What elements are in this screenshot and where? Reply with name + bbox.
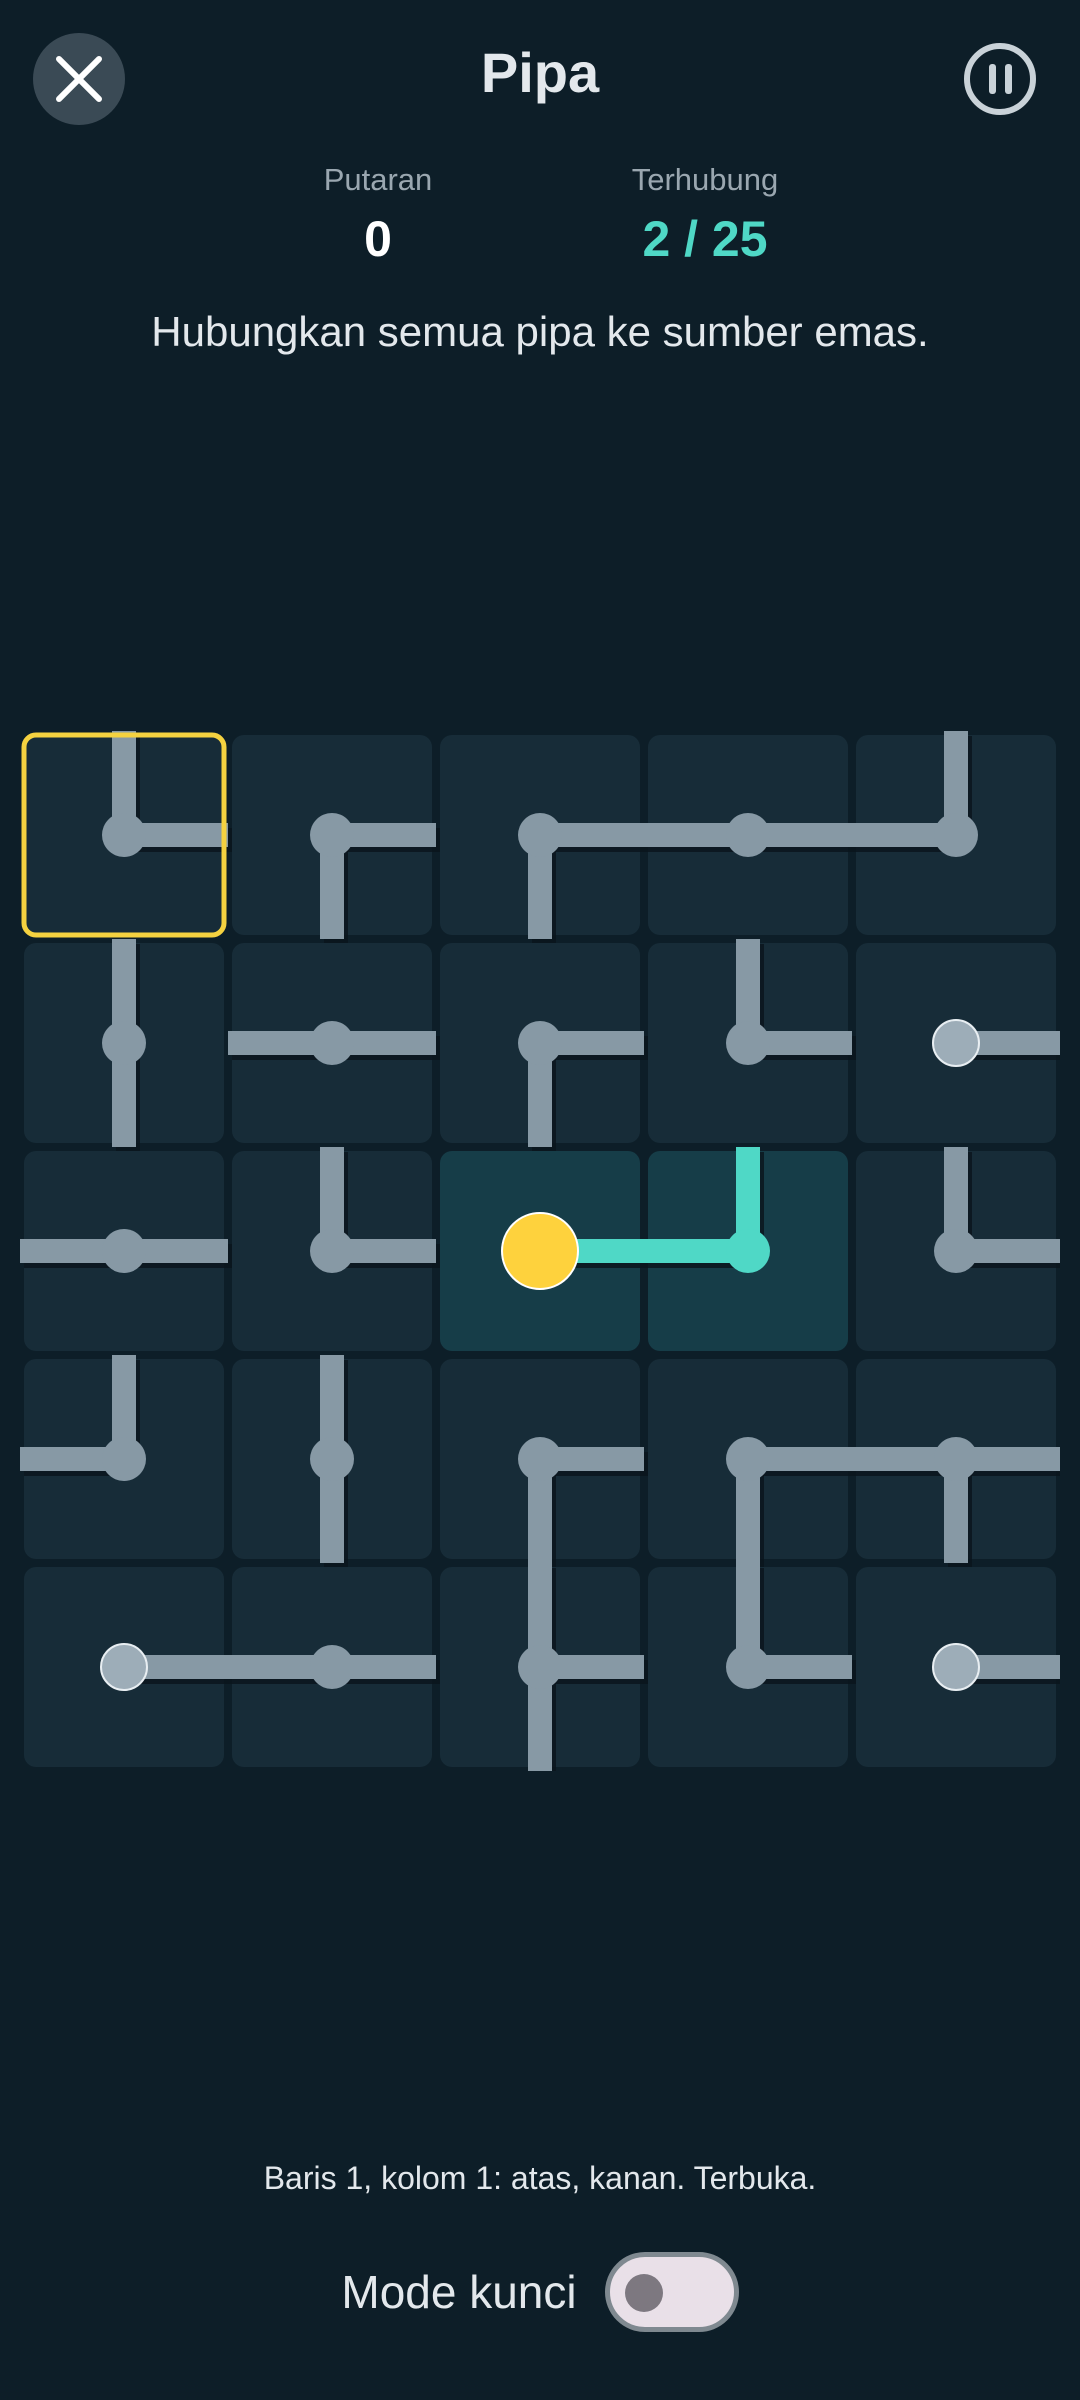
pipe-tile-r1-c2[interactable] xyxy=(232,735,440,944)
pipe-joint xyxy=(726,1437,770,1481)
pipe-joint xyxy=(934,1437,978,1481)
pipe-joint xyxy=(518,813,562,857)
pipe-endpoint xyxy=(932,1019,980,1067)
pipe-joint xyxy=(310,813,354,857)
pipe-joint xyxy=(102,813,146,857)
pipe-joint xyxy=(726,1645,770,1689)
board-svg xyxy=(20,731,1064,1776)
moves-stat: Putaran 0 xyxy=(248,162,508,268)
lock-mode-toggle[interactable] xyxy=(604,2252,739,2332)
pipe-tile-r3-c1[interactable] xyxy=(20,1151,232,1351)
pipe-tile-r1-c4[interactable] xyxy=(644,735,856,935)
pipe-joint xyxy=(726,813,770,857)
pipe-tile-r2-c4[interactable] xyxy=(648,939,856,1143)
page-title: Pipa xyxy=(480,41,600,104)
pipe-joint xyxy=(310,1645,354,1689)
pipe-tile-r1-c3[interactable] xyxy=(440,735,648,944)
pipe-tile-r5-c3[interactable] xyxy=(440,1563,648,1776)
pipe-tile-r3-c5[interactable] xyxy=(856,1147,1064,1351)
pipe-tile-r5-c2[interactable] xyxy=(228,1567,440,1767)
pipe-joint xyxy=(934,813,978,857)
pipe-tile-r4-c3[interactable] xyxy=(440,1359,648,1568)
pipe-tile-r2-c2[interactable] xyxy=(228,943,440,1143)
connected-value: 2 / 25 xyxy=(642,211,768,267)
pipe-tile-r2-c5[interactable] xyxy=(856,943,1064,1143)
lock-mode-row: Mode kunci xyxy=(0,2252,1080,2332)
pipe-tile-r3-c4[interactable] xyxy=(644,1147,848,1351)
connected-stat: Terhubung 2 / 25 xyxy=(575,162,835,268)
pipe-tile-r3-c2[interactable] xyxy=(232,1147,440,1351)
pipe-joint xyxy=(518,1645,562,1689)
pipe-joint xyxy=(102,1229,146,1273)
pipe-joint xyxy=(934,1229,978,1273)
pipe-board xyxy=(20,731,1064,1776)
pipe-joint xyxy=(310,1437,354,1481)
pipe-tile-r2-c1[interactable] xyxy=(24,939,224,1152)
pipe-tile-r4-c5[interactable] xyxy=(852,1359,1064,1568)
toggle-knob xyxy=(624,2274,663,2312)
pipe-joint xyxy=(102,1021,146,1065)
pipe-joint xyxy=(518,1437,562,1481)
pipe-tile-r4-c4[interactable] xyxy=(648,1359,856,1568)
pipe-joint xyxy=(310,1229,354,1273)
pipe-tile-r1-c5[interactable] xyxy=(852,731,1056,935)
pause-button[interactable] xyxy=(964,43,1036,115)
instruction-text: Hubungkan semua pipa ke sumber emas. xyxy=(151,308,929,355)
pipe-tile-r4-c1[interactable] xyxy=(20,1355,224,1559)
pipe-tile-r3-c3[interactable] xyxy=(440,1151,648,1351)
lock-mode-label: Mode kunci xyxy=(341,2266,577,2318)
status-text: Baris 1, kolom 1: atas, kanan. Terbuka. xyxy=(263,2160,817,2196)
pause-icon-bar xyxy=(1004,64,1012,94)
pause-icon xyxy=(988,64,996,94)
pipe-joint xyxy=(518,1021,562,1065)
moves-label: Putaran xyxy=(323,162,433,197)
pipe-tile-r5-c4[interactable] xyxy=(648,1563,856,1767)
pipe-endpoint xyxy=(932,1643,980,1691)
source-node xyxy=(501,1212,579,1290)
moves-value: 0 xyxy=(364,211,392,267)
pipe-tile-r4-c2[interactable] xyxy=(232,1355,432,1568)
pipe-joint xyxy=(726,1229,770,1273)
pipe-tile-r5-c1[interactable] xyxy=(24,1567,232,1767)
connected-label: Terhubung xyxy=(631,162,779,197)
pipe-tile-r1-c1[interactable] xyxy=(24,731,232,935)
pipe-joint xyxy=(102,1437,146,1481)
pipe-tile-r2-c3[interactable] xyxy=(440,943,648,1152)
pipe-joint xyxy=(726,1021,770,1065)
pipe-endpoint xyxy=(100,1643,148,1691)
pipe-tile-r5-c5[interactable] xyxy=(856,1567,1064,1767)
pipe-joint xyxy=(310,1021,354,1065)
